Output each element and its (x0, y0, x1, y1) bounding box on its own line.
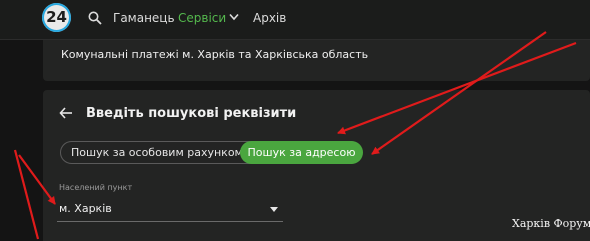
search-card: Введіть пошукові реквізити Пошук за особ… (43, 90, 590, 241)
privat24-logo[interactable]: 24 (42, 3, 71, 32)
annotation-arrow (13, 149, 40, 240)
search-title: Введіть пошукові реквізити (86, 106, 297, 121)
chevron-down-icon[interactable] (229, 13, 239, 21)
search-mode-toggle: Пошук за особовим рахунком Пошук за адре… (60, 141, 363, 164)
caret-down-icon[interactable] (270, 207, 278, 212)
arrow-left-icon[interactable] (59, 107, 73, 119)
service-card: Комунальні платежі м. Харків та Харківсь… (43, 40, 590, 81)
search-by-address-option[interactable]: Пошук за адресою (240, 141, 363, 164)
top-navigation-bar: 24 Гаманець Сервіси Архів (0, 0, 590, 40)
service-title: Комунальні платежі м. Харків та Харківсь… (61, 48, 369, 61)
locality-label: Населений пункт (59, 183, 133, 192)
search-by-account-option[interactable]: Пошук за особовим рахунком (71, 146, 243, 159)
nav-item-wallet[interactable]: Гаманець (113, 11, 175, 25)
search-icon[interactable] (88, 11, 102, 25)
nav-item-archive[interactable]: Архів (253, 11, 286, 25)
nav-item-services[interactable]: Сервіси (178, 11, 226, 25)
locality-select[interactable]: м. Харків (59, 202, 112, 215)
locality-underline (57, 221, 283, 222)
forum-watermark: Харків Форум (512, 217, 590, 230)
